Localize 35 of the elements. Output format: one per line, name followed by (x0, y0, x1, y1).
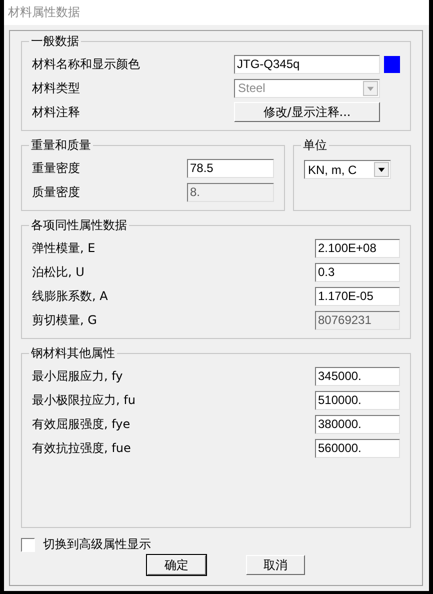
checkbox[interactable] (21, 538, 35, 552)
input-field[interactable]: 560000. (315, 438, 400, 458)
input-field[interactable]: 1.170E-05 (315, 286, 400, 306)
field-label: 有效屈服强度, fye (32, 416, 130, 432)
field-label: 线膨胀系数, A (32, 288, 108, 304)
dropdown[interactable]: KN, m, C (304, 160, 391, 179)
input-field[interactable]: 380000. (315, 414, 400, 434)
input-field[interactable]: 78.5 (187, 158, 274, 178)
color-swatch[interactable] (384, 56, 400, 72)
edit-notes-button[interactable]: 修改/显示注释... (234, 102, 380, 122)
field-label: 材料名称和显示颜色 (32, 56, 140, 72)
group-title: 钢材料其他属性 (30, 345, 116, 362)
field-label: 材料类型 (32, 80, 80, 96)
input-field[interactable]: 510000. (315, 390, 400, 410)
field-label: 最小极限拉应力, fu (32, 392, 136, 408)
field-label: 质量密度 (32, 184, 80, 200)
group-title: 重量和质量 (30, 137, 92, 154)
input-field[interactable]: JTG-Q345q (234, 54, 380, 74)
dialog-button[interactable]: 确定 (147, 555, 206, 575)
input-field[interactable]: 0.3 (315, 262, 400, 282)
checkbox-label: 切换到高级属性显示 (43, 536, 151, 553)
field-label: 弹性模量, E (32, 240, 96, 256)
field-label: 材料注释 (32, 104, 80, 120)
field-label: 最小屈服应力, fy (32, 368, 123, 384)
field-label: 泊松比, U (32, 264, 84, 280)
group-title: 单位 (302, 137, 328, 154)
field-label: 有效抗拉强度, fue (32, 440, 131, 456)
window-title: 材料属性数据 (8, 4, 80, 21)
dialog-button[interactable]: 取消 (246, 555, 305, 575)
group-title: 一般数据 (30, 33, 80, 50)
field-label: 剪切模量, G (32, 312, 97, 328)
input-field[interactable]: 2.100E+08 (315, 238, 400, 258)
input-field[interactable]: 345000. (315, 366, 400, 386)
field-label: 重量密度 (32, 160, 80, 176)
group-title: 各项同性属性数据 (30, 217, 128, 234)
